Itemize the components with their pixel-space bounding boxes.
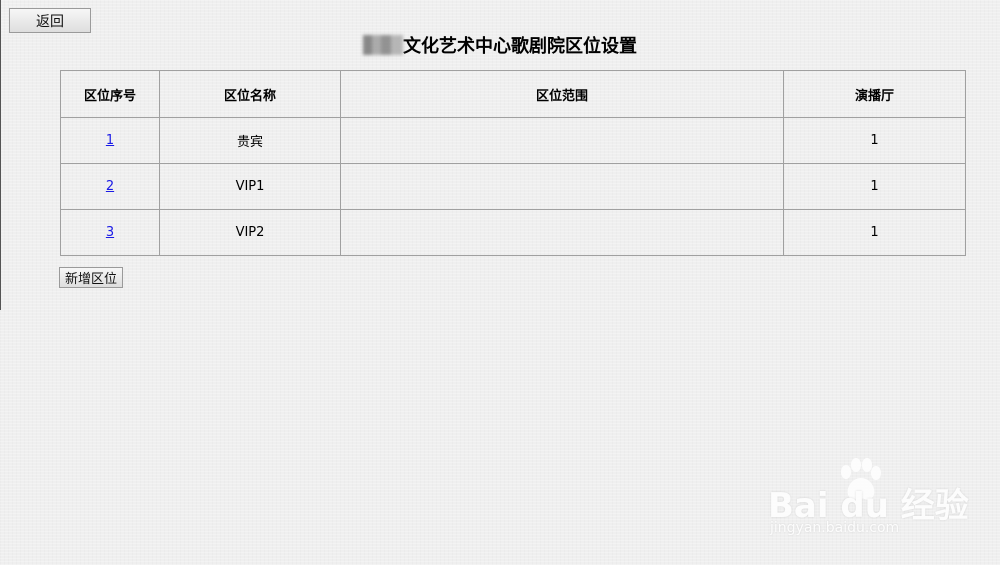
header-hall: 演播厅 (783, 70, 966, 118)
back-button[interactable]: 返回 (9, 8, 91, 33)
page-title: 文化艺术中心歌剧院区位设置 (0, 34, 1000, 60)
header-zone-number: 区位序号 (60, 70, 160, 118)
cell-zone-name: VIP2 (159, 209, 341, 256)
zone-link-3[interactable]: 3 (106, 225, 114, 240)
cell-zone-name: VIP1 (159, 163, 341, 210)
cell-zone-range (340, 163, 784, 210)
cell-zone-range (340, 117, 784, 164)
cell-hall: 1 (783, 163, 966, 210)
zone-link-2[interactable]: 2 (106, 179, 114, 194)
baidu-watermark: Bai du 经验 jingyan.baidu.com (768, 458, 988, 548)
add-zone-button[interactable]: 新增区位 (59, 267, 124, 288)
cell-hall: 1 (783, 209, 966, 256)
cell-zone-name: 贵宾 (159, 117, 341, 164)
cell-zone-number: 3 (60, 209, 160, 256)
cell-hall: 1 (783, 117, 966, 164)
redacted-name-block (363, 35, 403, 55)
table-row: 2 VIP1 1 (60, 163, 966, 210)
header-zone-range: 区位范围 (340, 70, 784, 118)
cell-zone-number: 1 (60, 117, 160, 164)
header-zone-name: 区位名称 (159, 70, 341, 118)
table-header-row: 区位序号 区位名称 区位范围 演播厅 (60, 70, 966, 118)
zone-table: 区位序号 区位名称 区位范围 演播厅 1 贵宾 1 2 VIP1 1 3 VIP… (60, 70, 966, 256)
zone-link-1[interactable]: 1 (106, 133, 114, 148)
page-title-text: 文化艺术中心歌剧院区位设置 (403, 36, 637, 57)
cell-zone-range (340, 209, 784, 256)
table-row: 3 VIP2 1 (60, 209, 966, 256)
table-row: 1 贵宾 1 (60, 117, 966, 164)
watermark-url: jingyan.baidu.com (770, 520, 900, 536)
cell-zone-number: 2 (60, 163, 160, 210)
